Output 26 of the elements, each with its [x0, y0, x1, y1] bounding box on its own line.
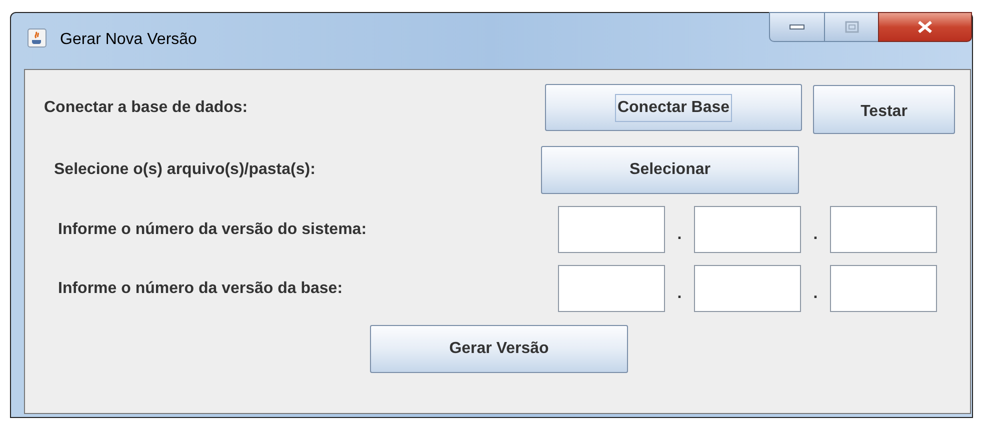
version-field[interactable] — [694, 265, 801, 312]
connect-label: Conectar a base de dados: — [44, 98, 249, 118]
select-label: Selecione o(s) arquivo(s)/pasta(s): — [54, 160, 316, 180]
version-field[interactable] — [558, 265, 665, 312]
version-field[interactable] — [830, 265, 937, 312]
java-cup-icon — [27, 28, 47, 48]
version-field[interactable] — [558, 206, 665, 253]
connect-button[interactable]: Conectar Base — [545, 84, 802, 131]
close-icon — [917, 20, 933, 34]
test-button[interactable]: Testar — [813, 85, 955, 134]
version-field[interactable] — [830, 206, 937, 253]
separator-dot: . — [676, 284, 683, 304]
close-button[interactable] — [878, 12, 972, 42]
version-label: Informe o número da versão da base: — [58, 278, 344, 298]
select-button[interactable]: Selecionar — [541, 146, 799, 194]
generate-button[interactable]: Gerar Versão — [370, 325, 628, 373]
separator-dot: . — [812, 224, 819, 244]
version-label: Informe o número da versão do sistema: — [58, 220, 368, 240]
minimize-icon — [789, 24, 805, 30]
separator-dot: . — [812, 284, 819, 304]
version-field[interactable] — [694, 206, 801, 253]
separator-dot: . — [676, 224, 683, 244]
minimize-button[interactable] — [769, 12, 825, 42]
window-title: Gerar Nova Versão — [60, 30, 197, 50]
maximize-icon — [844, 21, 858, 33]
maximize-button[interactable] — [825, 12, 878, 42]
